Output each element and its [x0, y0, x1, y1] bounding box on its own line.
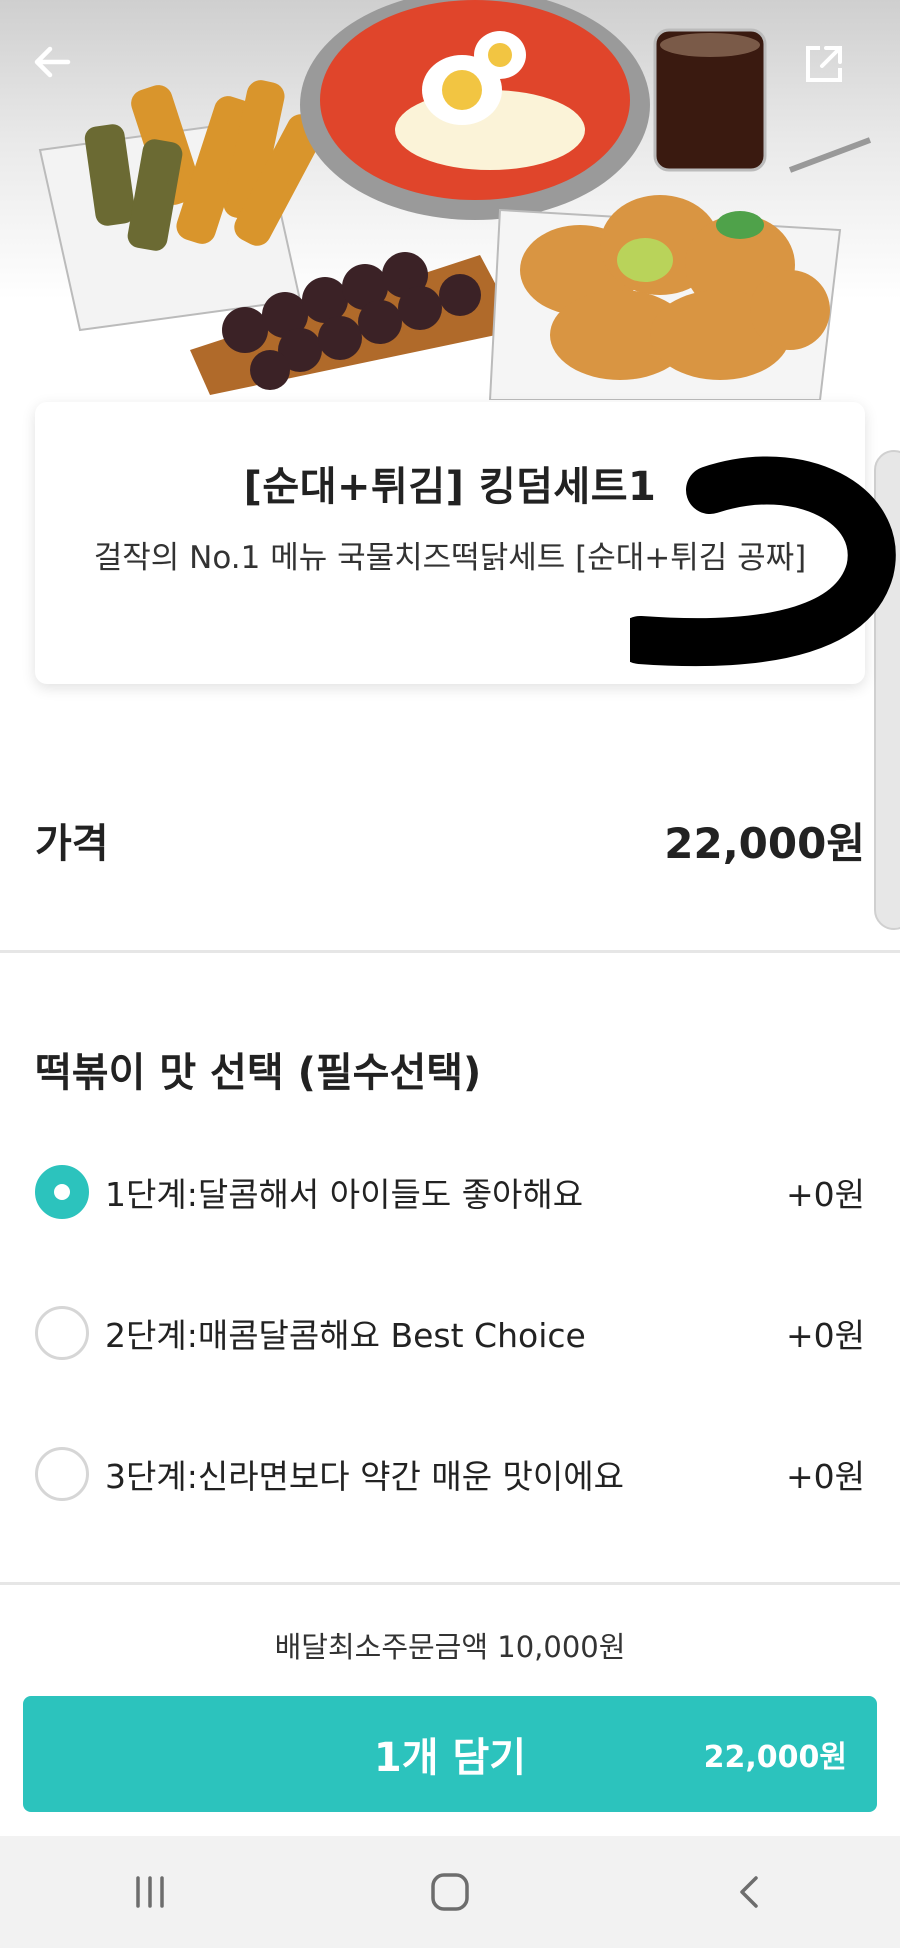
share-external-icon	[806, 46, 842, 82]
option-label: 1단계:달콤해서 아이들도 좋아해요	[105, 1175, 584, 1214]
nav-back-button[interactable]	[710, 1852, 790, 1932]
price-value: 22,000원	[664, 818, 865, 868]
radio-button[interactable]	[35, 1165, 89, 1219]
add-to-cart-total: 22,000원	[703, 1740, 847, 1775]
option-price: +0원	[785, 1316, 865, 1355]
min-order-notice: 배달최소주문금액 10,000원	[274, 1630, 626, 1664]
share-button[interactable]	[800, 40, 870, 110]
home-icon	[431, 1873, 469, 1911]
option-label: 2단계:매콤달콤해요 Best Choice	[105, 1316, 586, 1355]
option-item[interactable]: 2단계:매콤달콤해요 Best Choice +0원	[35, 1303, 865, 1363]
radio-button[interactable]	[35, 1306, 89, 1360]
price-row: 가격 22,000원	[35, 810, 865, 870]
divider	[0, 950, 900, 953]
system-nav-bar	[0, 1836, 900, 1948]
option-price: +0원	[785, 1457, 865, 1496]
back-button[interactable]	[30, 40, 100, 110]
recent-apps-button[interactable]	[110, 1852, 190, 1932]
arrow-left-icon	[34, 46, 71, 78]
radio-button[interactable]	[35, 1447, 89, 1501]
option-label: 3단계:신라면보다 약간 매운 맛이에요	[105, 1457, 624, 1496]
option-item[interactable]: 3단계:신라면보다 약간 매운 맛이에요 +0원	[35, 1444, 865, 1504]
recent-apps-icon	[136, 1876, 164, 1908]
hero-food-image	[0, 0, 900, 400]
add-to-cart-button[interactable]: 1개 담기 22,000원	[23, 1696, 877, 1812]
option-price: +0원	[785, 1175, 865, 1214]
back-icon	[740, 1876, 758, 1908]
add-to-cart-label: 1개 담기	[373, 1735, 527, 1781]
home-button[interactable]	[410, 1852, 490, 1932]
divider	[0, 1582, 900, 1585]
option-group-title: 떡볶이 맛 선택 (필수선택)	[35, 1050, 482, 1096]
redaction-scribble	[630, 456, 896, 667]
price-label: 가격	[35, 821, 109, 867]
option-item[interactable]: 1단계:달콤해서 아이들도 좋아해요 +0원	[35, 1162, 865, 1222]
